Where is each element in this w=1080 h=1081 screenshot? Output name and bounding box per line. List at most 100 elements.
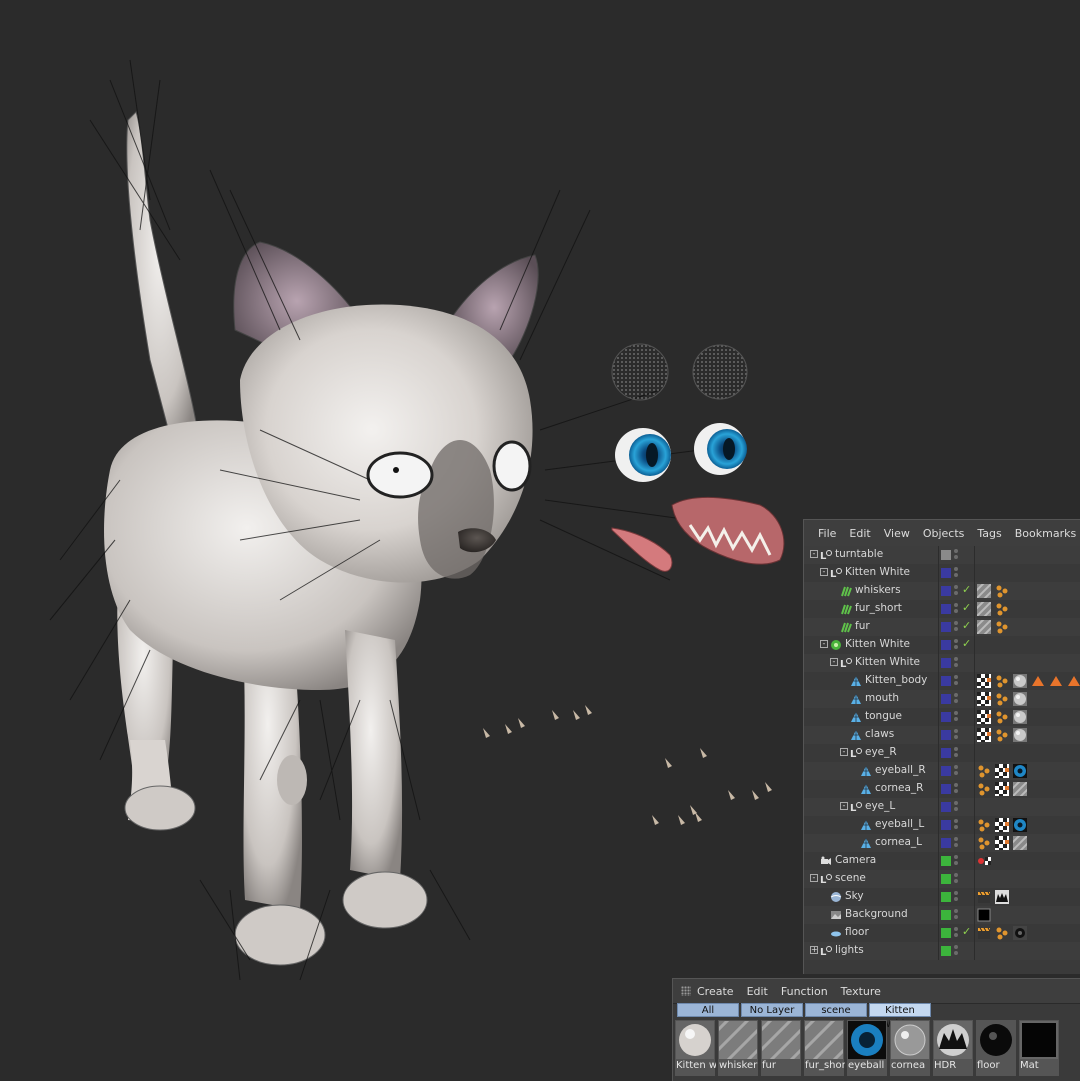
layer-color-swatch[interactable]	[941, 766, 951, 776]
sphere-gray-tag-icon[interactable]	[1013, 728, 1027, 742]
visibility-dots-icon[interactable]	[954, 567, 959, 579]
visibility-dots-icon[interactable]	[954, 639, 959, 651]
collapse-icon[interactable]: -	[810, 874, 818, 882]
layer-color-swatch[interactable]	[941, 784, 951, 794]
visibility-dots-icon[interactable]	[954, 675, 959, 687]
visibility-dots-icon[interactable]	[954, 585, 959, 597]
material-dots-tag-icon[interactable]	[995, 584, 1009, 598]
layer-color-swatch[interactable]	[941, 586, 951, 596]
triangle-orange-tag-icon[interactable]	[1031, 674, 1045, 688]
object-row[interactable]: Sky	[804, 888, 1080, 906]
visibility-dots-icon[interactable]	[954, 747, 959, 759]
object-name[interactable]: Kitten White	[845, 638, 910, 650]
object-row[interactable]: fur ✓	[804, 615, 1080, 639]
layer-color-swatch[interactable]	[941, 568, 951, 578]
visibility-dots-icon[interactable]	[954, 765, 959, 777]
layer-color-swatch[interactable]	[941, 676, 951, 686]
layer-color-swatch[interactable]	[941, 910, 951, 920]
object-row[interactable]: floor ✓	[804, 924, 1080, 942]
tab-all[interactable]: All	[677, 1003, 739, 1017]
object-row[interactable]: mouth	[804, 690, 1080, 708]
object-row[interactable]: eyeball_L	[804, 816, 1080, 834]
grip-icon[interactable]	[681, 986, 691, 996]
object-name[interactable]: cornea_R	[875, 782, 923, 794]
menu-bookmarks[interactable]: Bookmarks	[1015, 527, 1076, 540]
object-name[interactable]: cornea_L	[875, 836, 922, 848]
clapper-tag-icon[interactable]	[977, 926, 991, 940]
hatch-tag-icon[interactable]	[972, 615, 996, 639]
material-thumbnail[interactable]: fur	[740, 999, 822, 1081]
checker-tag-icon[interactable]	[995, 818, 1009, 832]
eye-blue-tag-icon[interactable]	[1013, 818, 1027, 832]
object-row[interactable]: + Llights	[804, 942, 1080, 960]
material-dots-tag-icon[interactable]	[995, 710, 1009, 724]
layer-color-swatch[interactable]	[941, 712, 951, 722]
hatch-tag-icon[interactable]	[1008, 777, 1032, 801]
menu-create[interactable]: Create	[697, 985, 734, 998]
tab-kitten-white[interactable]: Kitten White	[869, 1003, 931, 1030]
menu-view[interactable]: View	[884, 527, 910, 540]
layer-color-swatch[interactable]	[941, 946, 951, 956]
sphere-gray-tag-icon[interactable]	[1013, 674, 1027, 688]
object-name[interactable]: whiskers	[855, 584, 901, 596]
collapse-icon[interactable]: -	[820, 568, 828, 576]
layer-color-swatch[interactable]	[941, 640, 951, 650]
checker-tag-icon[interactable]	[995, 782, 1009, 796]
visibility-dots-icon[interactable]	[954, 603, 959, 615]
layer-color-swatch[interactable]	[941, 928, 951, 938]
layer-color-swatch[interactable]	[941, 658, 951, 668]
clapper-tag-icon[interactable]	[977, 890, 991, 904]
triangle-orange-tag-icon[interactable]	[1067, 674, 1080, 688]
object-name[interactable]: Sky	[845, 890, 864, 902]
material-dots-tag-icon[interactable]	[977, 818, 991, 832]
material-dots-tag-icon[interactable]	[977, 836, 991, 850]
visibility-dots-icon[interactable]	[954, 837, 959, 849]
hdr-cat-tag-icon[interactable]	[995, 890, 1009, 904]
checker-tag-icon[interactable]	[995, 836, 1009, 850]
object-name[interactable]: floor	[845, 926, 869, 938]
visibility-dots-icon[interactable]	[954, 891, 959, 903]
enabled-check-icon[interactable]: ✓	[962, 601, 971, 614]
visibility-dots-icon[interactable]	[954, 783, 959, 795]
object-name[interactable]: claws	[865, 728, 894, 740]
object-row[interactable]: tongue	[804, 708, 1080, 726]
layer-color-swatch[interactable]	[941, 838, 951, 848]
layer-color-swatch[interactable]	[941, 604, 951, 614]
visibility-dots-icon[interactable]	[954, 801, 959, 813]
material-thumbnail[interactable]: Kitten w	[675, 1020, 716, 1076]
object-name[interactable]: fur_short	[855, 602, 902, 614]
tab-scene[interactable]: scene	[805, 1003, 867, 1017]
object-name[interactable]: eyeball_L	[875, 818, 924, 830]
object-name[interactable]: eye_L	[865, 800, 895, 812]
material-thumbnail[interactable]: HDR	[933, 1020, 973, 1076]
material-thumbnail[interactable]: whisker	[697, 999, 779, 1081]
material-dots-tag-icon[interactable]	[995, 926, 1009, 940]
visibility-dots-icon[interactable]	[954, 657, 959, 669]
object-row[interactable]: eyeball_R	[804, 762, 1080, 780]
layer-color-swatch[interactable]	[941, 748, 951, 758]
layer-color-swatch[interactable]	[941, 892, 951, 902]
enabled-check-icon[interactable]: ✓	[962, 583, 971, 596]
triangle-orange-tag-icon[interactable]	[1049, 674, 1063, 688]
material-dots-tag-icon[interactable]	[977, 782, 991, 796]
object-name[interactable]: fur	[855, 620, 870, 632]
layer-color-swatch[interactable]	[941, 874, 951, 884]
object-name[interactable]: eyeball_R	[875, 764, 926, 776]
visibility-dots-icon[interactable]	[954, 711, 959, 723]
enabled-check-icon[interactable]: ✓	[962, 925, 971, 938]
enabled-check-icon[interactable]: ✓	[962, 619, 971, 632]
object-row[interactable]: - Leye_R	[804, 744, 1080, 762]
object-name[interactable]: lights	[835, 944, 864, 956]
menu-function[interactable]: Function	[781, 985, 828, 998]
menu-edit[interactable]: Edit	[849, 527, 870, 540]
object-name[interactable]: eye_R	[865, 746, 897, 758]
object-row[interactable]: cornea_L	[804, 831, 1080, 855]
layer-color-swatch[interactable]	[941, 730, 951, 740]
layer-color-swatch[interactable]	[941, 622, 951, 632]
menu-objects[interactable]: Objects	[923, 527, 965, 540]
object-name[interactable]: tongue	[865, 710, 902, 722]
material-thumbnail[interactable]: cornea	[890, 1020, 930, 1076]
object-name[interactable]: scene	[835, 872, 866, 884]
visibility-dots-icon[interactable]	[954, 729, 959, 741]
menu-tags[interactable]: Tags	[977, 527, 1001, 540]
